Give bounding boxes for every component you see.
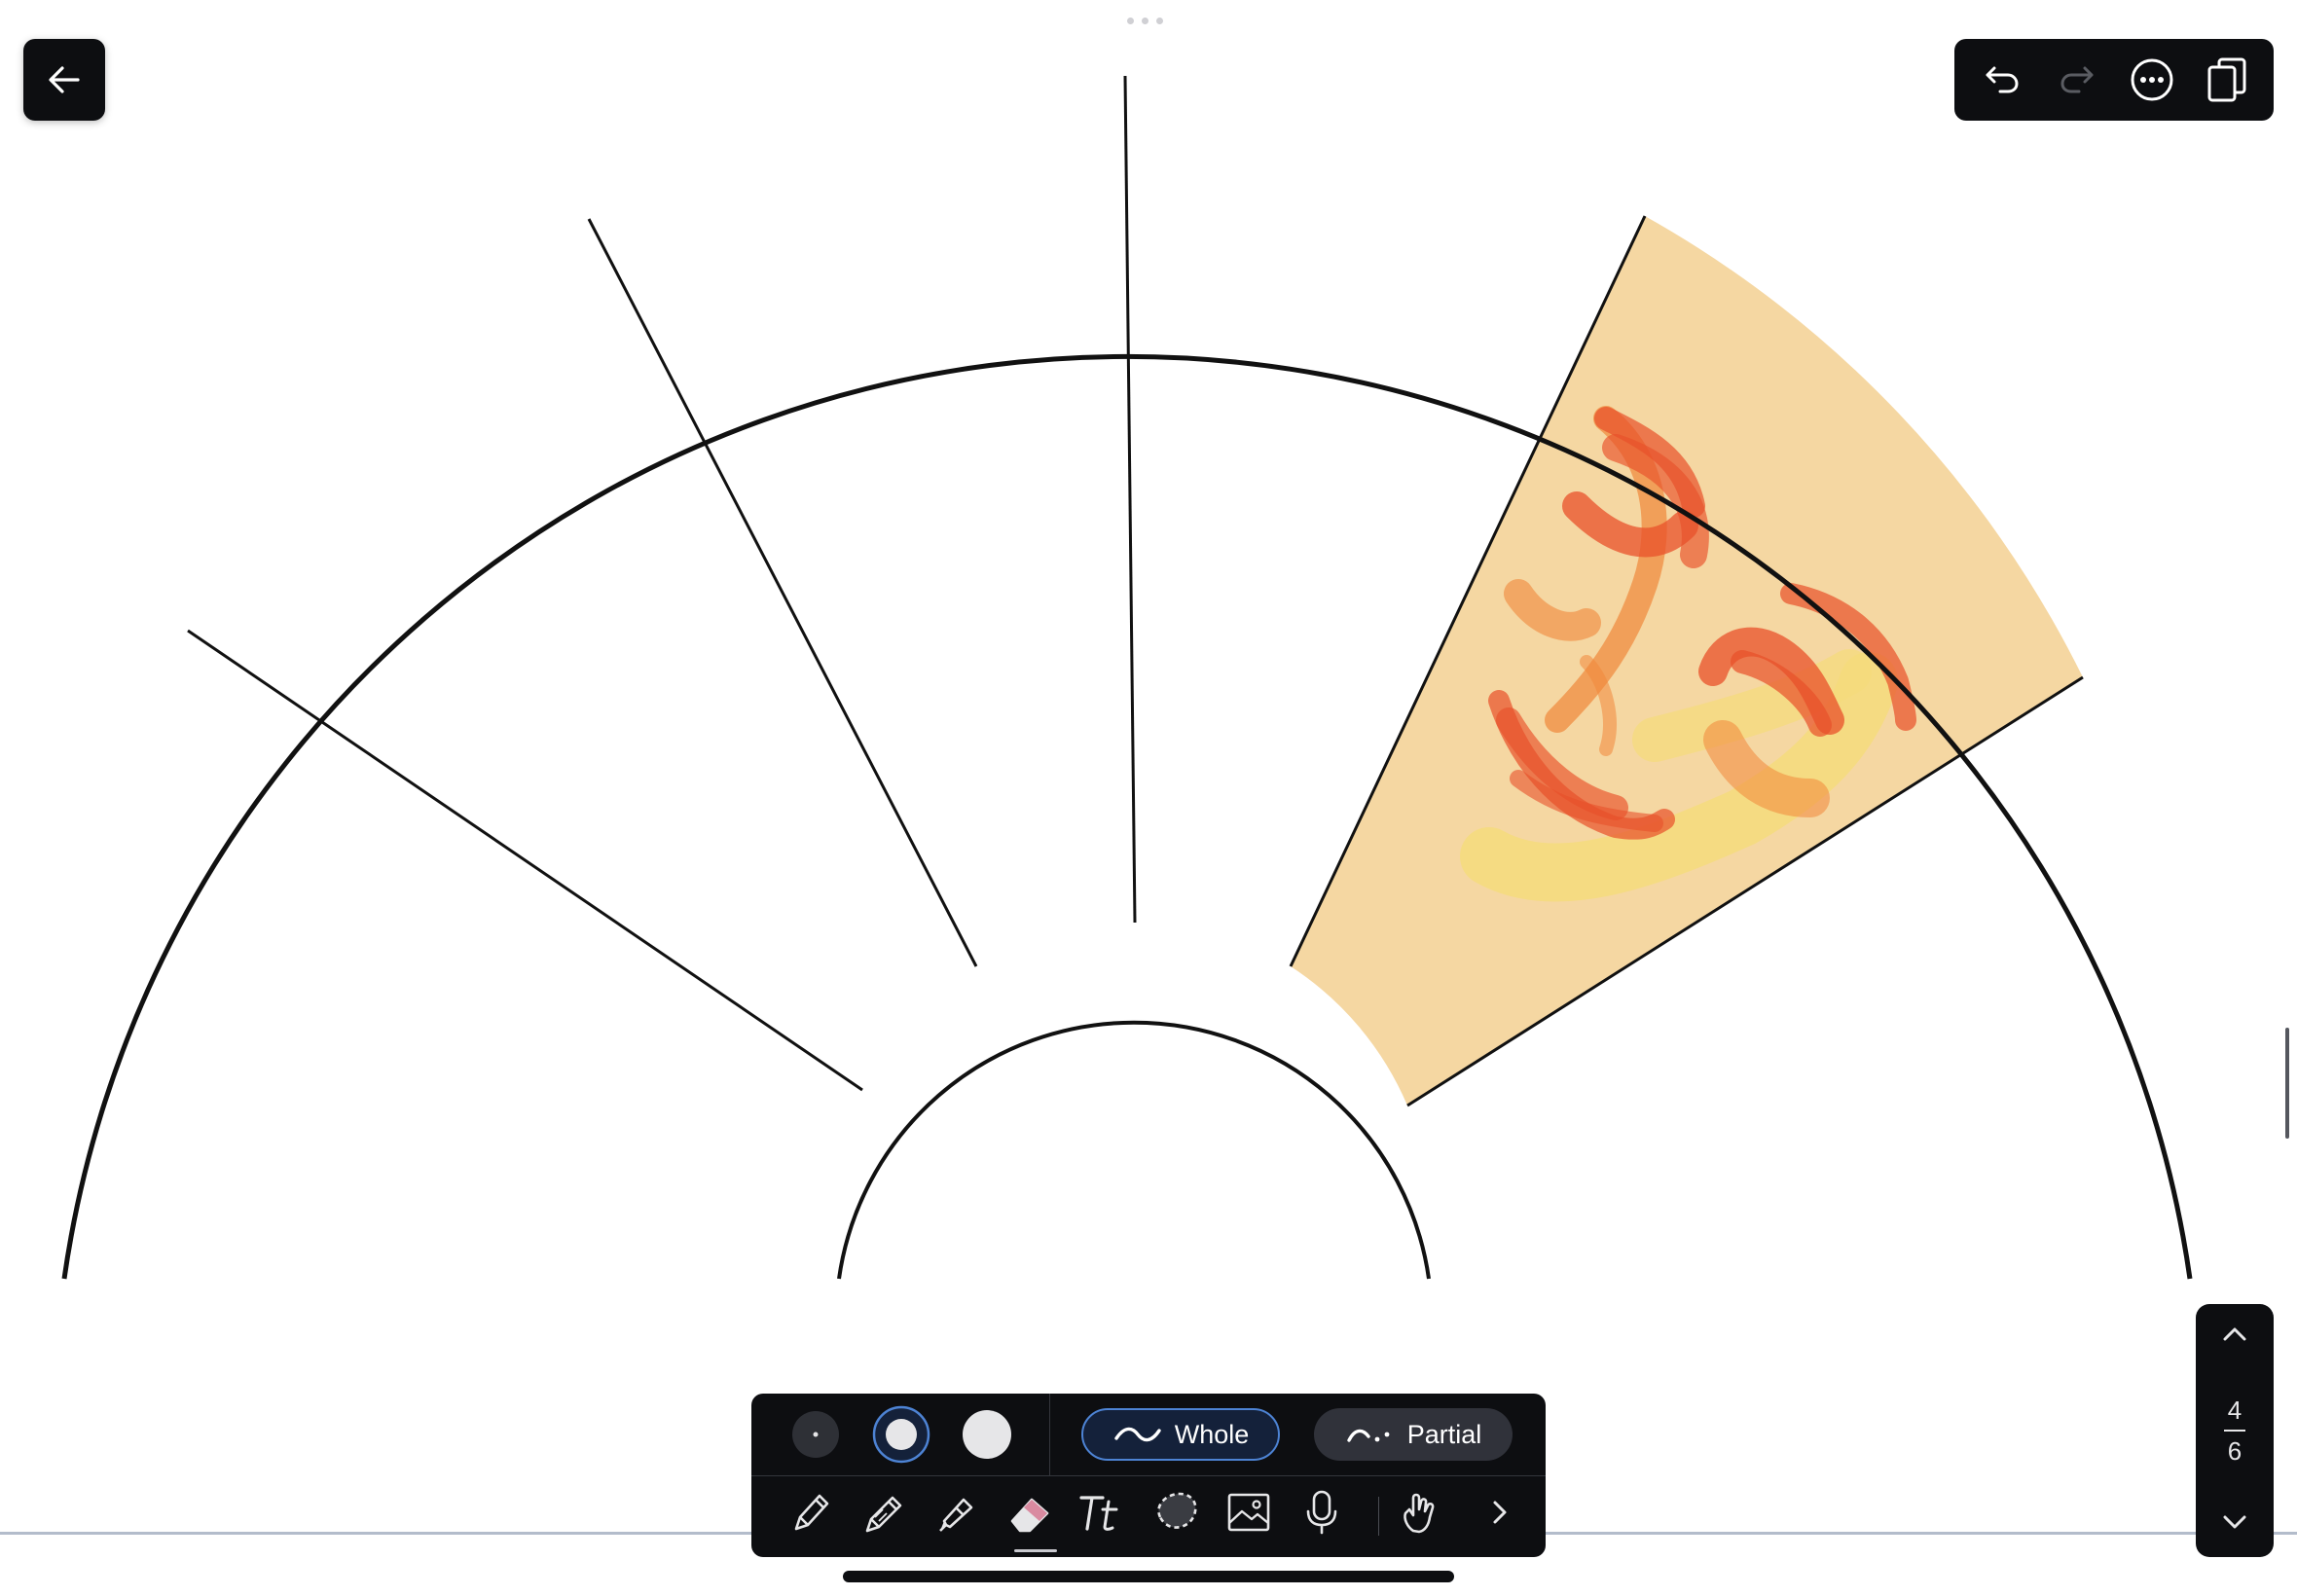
whole-label: Whole [1174,1419,1250,1449]
size-small-icon [792,1411,839,1458]
tool-separator [1378,1497,1379,1536]
home-indicator[interactable] [843,1571,1454,1582]
eraser-tool-panel: Whole Partial [751,1394,1546,1557]
page-navigator: 4 6 [2196,1304,2274,1557]
text-icon [1079,1496,1118,1531]
partial-stroke-icon [1347,1429,1390,1442]
eraser-size-medium[interactable] [872,1405,930,1464]
microphone-tool[interactable] [1294,1481,1350,1543]
text-tool[interactable] [1075,1481,1131,1543]
drag-dot [1142,18,1148,24]
next-page-button[interactable] [2218,1505,2251,1543]
redo-button[interactable] [2050,53,2104,107]
image-tool[interactable] [1221,1481,1277,1543]
lasso-tool[interactable] [1148,1481,1204,1543]
total-pages-number: 6 [2227,1436,2242,1466]
chevron-down-icon [2223,1515,2246,1529]
undo-icon [1986,66,2018,93]
page-indicator: 4 6 [2224,1396,2245,1465]
drag-dot [1127,18,1134,24]
drag-handle[interactable] [1127,18,1163,24]
pencil-icon [865,1496,902,1533]
partial-label: Partial [1406,1419,1482,1449]
previous-page-button[interactable] [2218,1318,2251,1356]
eraser-icon [1010,1498,1049,1533]
pencil-tool[interactable] [856,1481,912,1543]
hand-icon [1404,1493,1435,1534]
size-large-icon [963,1410,1011,1459]
undo-button[interactable] [1975,53,2029,107]
redo-icon [2060,66,2093,93]
eraser-options-row: Whole Partial [751,1394,1546,1475]
eraser-tool[interactable] [1002,1481,1058,1543]
microphone-icon [1306,1490,1337,1535]
hand-tool[interactable] [1392,1481,1448,1543]
eraser-mode-partial-button[interactable]: Partial [1314,1408,1513,1461]
size-medium-icon [872,1405,930,1464]
panel-divider [751,1475,1546,1476]
back-arrow-icon [49,66,80,93]
lasso-icon [1157,1492,1197,1529]
drag-dot [1156,18,1163,24]
top-toolbar [1954,39,2274,121]
vertical-scrollbar[interactable] [2285,1028,2289,1139]
highlighter-tool[interactable] [929,1481,985,1543]
current-page-number: 4 [2227,1396,2242,1425]
chevron-up-icon [2223,1327,2246,1341]
page-fraction-bar [2224,1430,2245,1432]
pen-icon [794,1494,829,1531]
wheel-inner-arc [837,1020,1431,1280]
eraser-size-large[interactable] [962,1409,1012,1460]
chevron-right-icon [1493,1501,1507,1524]
image-icon [1227,1493,1270,1532]
whole-stroke-icon [1114,1427,1161,1442]
eraser-size-small[interactable] [791,1410,840,1459]
note-canvas[interactable] [0,0,2297,1596]
panel-divider [1049,1394,1050,1475]
pen-tool[interactable] [783,1481,839,1543]
eraser-mode-whole-button[interactable]: Whole [1081,1408,1280,1461]
expand-tools-button[interactable] [1472,1481,1528,1543]
pages-button[interactable] [2200,53,2254,107]
pages-icon [2207,57,2245,102]
back-button[interactable] [23,39,105,121]
more-options-icon [2131,58,2172,101]
more-options-button[interactable] [2125,53,2179,107]
highlighter-icon [939,1498,973,1532]
highlighted-segment [1291,216,2083,1106]
active-tool-indicator [1014,1549,1057,1552]
tool-row [751,1477,1546,1557]
